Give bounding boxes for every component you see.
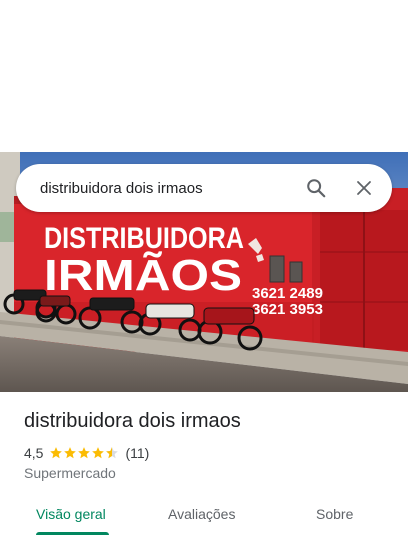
rating-value: 4,5: [24, 445, 44, 461]
star-icon: [50, 447, 63, 459]
tab-about-label: Sobre: [316, 506, 354, 522]
tab-overview-label: Visão geral: [36, 506, 106, 522]
tab-overview[interactable]: Visão geral: [36, 498, 106, 544]
place-category: Supermercado: [24, 465, 116, 481]
active-tab-indicator: [36, 532, 109, 535]
place-title: distribuidora dois irmaos: [24, 410, 241, 432]
phone-number-2: 3621 3953: [252, 301, 323, 318]
close-icon: [357, 181, 371, 195]
star-icon: [78, 447, 91, 459]
rating-row[interactable]: 4,5 (11): [24, 444, 149, 462]
phone-number-1: 3621 2489: [252, 285, 323, 302]
search-icon: [307, 179, 326, 198]
tab-reviews-label: Avaliações: [168, 506, 236, 522]
search-bar[interactable]: distribuidora dois irmaos: [16, 164, 392, 212]
review-count[interactable]: (11): [125, 445, 149, 461]
star-half-icon: [106, 447, 119, 459]
star-rating: [49, 446, 119, 460]
search-input[interactable]: distribuidora dois irmaos: [16, 180, 292, 197]
star-icon: [64, 447, 77, 459]
tab-reviews[interactable]: Avaliações: [168, 498, 235, 544]
star-icon: [92, 447, 105, 459]
search-button[interactable]: [292, 164, 340, 212]
tab-about[interactable]: Sobre: [316, 498, 353, 544]
clear-search-button[interactable]: [340, 164, 388, 212]
place-tabs: Visão geral Avaliações Sobre: [0, 498, 408, 544]
sign-text-line2: IRMÃOS: [44, 250, 242, 300]
